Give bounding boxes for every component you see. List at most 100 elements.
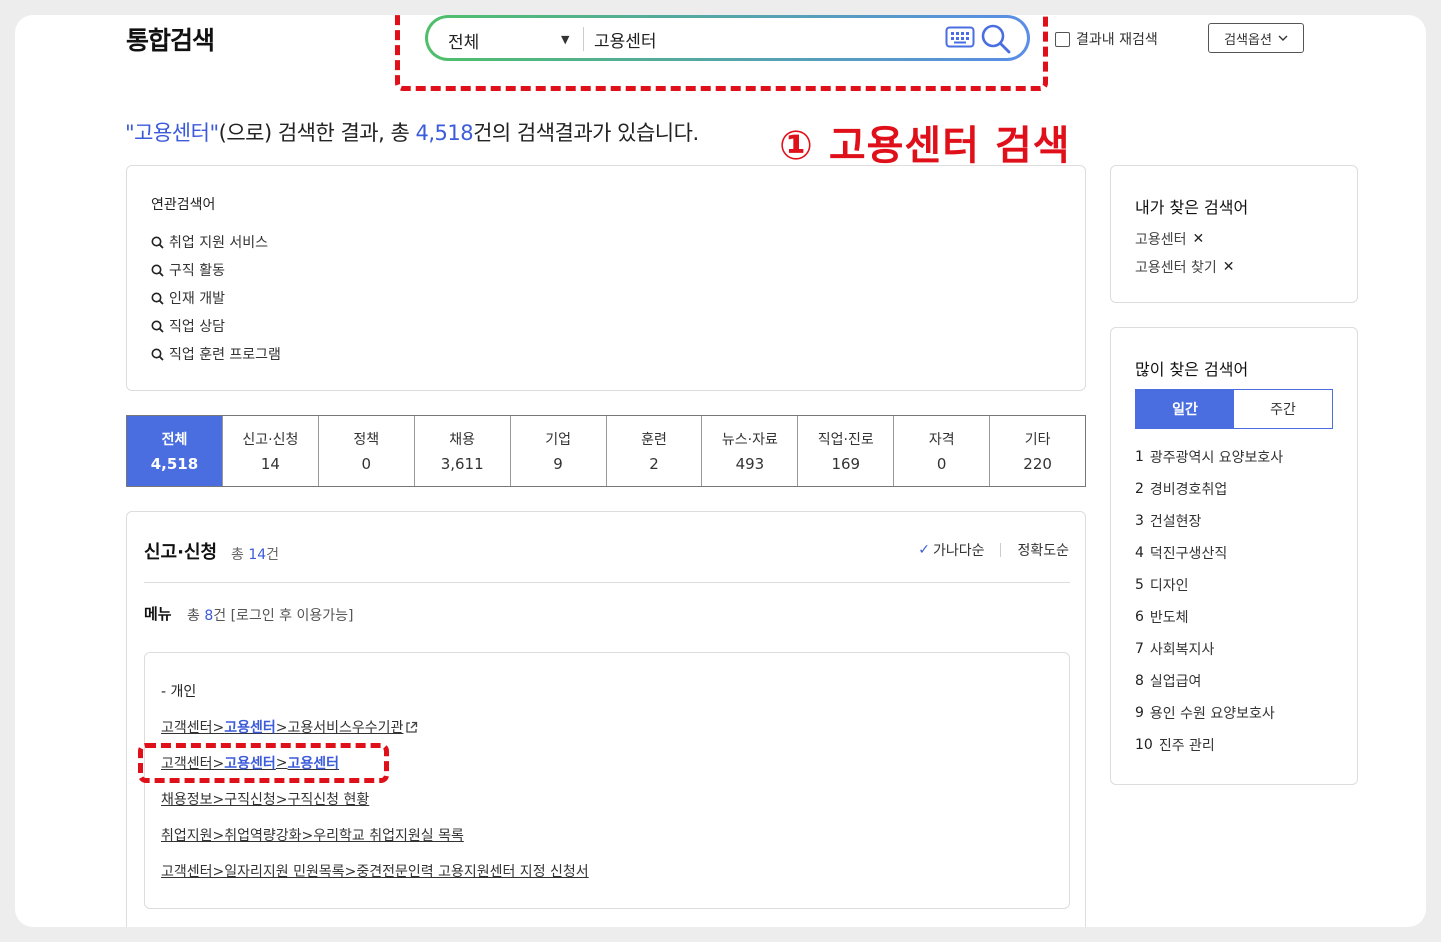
tab-license[interactable]: 자격 0: [894, 416, 991, 486]
tab-label: 뉴스·자료: [721, 432, 778, 448]
related-keywords-panel: 연관검색어 취업 지원 서비스 구직 활동 인재 개발 직업 상담 직업 훈련 …: [126, 165, 1086, 391]
tab-label: 자격: [928, 432, 955, 448]
popular-keywords-title: 많이 찾은 검색어: [1135, 360, 1249, 379]
tab-training[interactable]: 훈련 2: [607, 416, 703, 486]
research-checkbox[interactable]: [1055, 31, 1070, 47]
keyword-text: 덕진구생산직: [1149, 546, 1228, 562]
popular-keyword-item[interactable]: 1 광주광역시 요양보호사: [1135, 441, 1283, 473]
related-keyword-text: 직업 훈련 프로그램: [169, 347, 281, 363]
external-link-icon: [406, 721, 418, 733]
annotation-step-label: ① 고용센터 검색: [779, 113, 1071, 171]
result-link[interactable]: 채용정보>구직신청>구직신청 현황: [161, 781, 589, 817]
tab-news[interactable]: 뉴스·자료 493: [702, 416, 799, 486]
keyword-rank: 8: [1135, 673, 1144, 689]
search-icon: [151, 236, 164, 249]
related-keyword-text: 취업 지원 서비스: [169, 235, 269, 251]
popular-keyword-item[interactable]: 5 디자인: [1135, 569, 1283, 601]
tab-label: 전체: [161, 432, 188, 448]
keyword-text: 건설현장: [1149, 514, 1202, 530]
toggle-weekly[interactable]: 주간: [1234, 390, 1332, 428]
section-count-prefix: 총: [231, 547, 249, 563]
menu-count: 총 8건 [로그인 후 이용가능]: [187, 605, 353, 625]
popular-keyword-item[interactable]: 2 경비경호취업: [1135, 473, 1283, 505]
tab-policy[interactable]: 정책 0: [319, 416, 415, 486]
close-icon[interactable]: ✕: [1193, 231, 1205, 247]
popular-keywords-panel: 많이 찾은 검색어 일간 주간 1 광주광역시 요양보호사 2 경비경호취업 3 건설…: [1110, 327, 1358, 785]
page-container: 통합검색 전체 ▼ 결과내 재검색 검색옵션 "고용센터"(으로) 검색한 결과…: [15, 15, 1426, 927]
link-part: 고객센터>: [161, 720, 225, 736]
check-icon: ✓: [918, 542, 930, 558]
close-icon[interactable]: ✕: [1223, 259, 1235, 275]
sort-options: ✓ 가나다순 정확도순: [918, 540, 1069, 560]
related-keyword-item[interactable]: 취업 지원 서비스: [151, 228, 281, 256]
toggle-daily[interactable]: 일간: [1136, 390, 1234, 428]
tab-all[interactable]: 전체 4,518: [127, 416, 223, 486]
search-icon: [151, 292, 164, 305]
keyword-text: 반도체: [1149, 610, 1189, 626]
related-keyword-item[interactable]: 인재 개발: [151, 284, 281, 312]
summary-text-2: 건의 검색결과가 있습니다.: [473, 121, 699, 145]
keyword-rank: 2: [1135, 481, 1144, 497]
popular-keyword-item[interactable]: 7 사회복지사: [1135, 633, 1283, 665]
result-link[interactable]: 고객센터> 고용센터 >고용서비스우수기관: [161, 709, 589, 745]
tab-etc[interactable]: 기타 220: [990, 416, 1085, 486]
tab-company[interactable]: 기업 9: [511, 416, 607, 486]
keyword-rank: 4: [1135, 545, 1144, 561]
popular-keyword-item[interactable]: 6 반도체: [1135, 601, 1283, 633]
related-keyword-item[interactable]: 직업 상담: [151, 312, 281, 340]
my-keyword-text: 고용센터 찾기: [1135, 260, 1217, 276]
tab-label: 기타: [1024, 432, 1051, 448]
menu-title: 메뉴: [144, 605, 172, 623]
my-keyword-item[interactable]: 고용센터 찾기 ✕: [1135, 257, 1234, 277]
research-within-results[interactable]: 결과내 재검색: [1055, 29, 1158, 49]
related-keyword-item[interactable]: 구직 활동: [151, 256, 281, 284]
annotation-highlight-link: [138, 743, 389, 783]
popular-keyword-item[interactable]: 4 덕진구생산직: [1135, 537, 1283, 569]
my-keyword-item[interactable]: 고용센터 ✕: [1135, 229, 1204, 249]
tab-count: 220: [1023, 455, 1052, 473]
my-keyword-text: 고용센터: [1135, 232, 1187, 248]
tab-count: 169: [831, 455, 861, 473]
tab-recruit[interactable]: 채용 3,611: [415, 416, 511, 486]
site-title[interactable]: 통합검색: [126, 21, 215, 57]
search-icon: [151, 348, 164, 361]
tab-count: 0: [936, 455, 947, 473]
summary-keyword: 고용센터: [134, 121, 210, 145]
tab-report-apply[interactable]: 신고·신청 14: [223, 416, 319, 486]
tab-count: 0: [361, 455, 372, 473]
chevron-down-icon: [1278, 35, 1288, 41]
result-link[interactable]: 고객센터>일자리지원 민원목록>중견전문인력 고용지원센터 지정 신청서: [161, 853, 589, 889]
category-tabs: 전체 4,518 신고·신청 14 정책 0 채용 3,611 기업 9 훈련 2 뉴스·자…: [126, 415, 1086, 487]
menu-count-prefix: 총: [187, 608, 205, 624]
section-count-number: 14: [248, 547, 267, 563]
popular-keyword-item[interactable]: 9 용인 수원 요양보호사: [1135, 697, 1283, 729]
tab-label: 정책: [353, 432, 380, 448]
tab-count: 4,518: [150, 455, 199, 473]
keyword-text: 사회복지사: [1149, 642, 1215, 658]
related-keyword-item[interactable]: 직업 훈련 프로그램: [151, 340, 281, 368]
search-options-button[interactable]: 검색옵션: [1208, 23, 1304, 53]
related-keywords-title: 연관검색어: [151, 197, 216, 213]
keyword-rank: 5: [1135, 577, 1144, 593]
tab-career[interactable]: 직업·진로 169: [798, 416, 895, 486]
group-label: - 개인: [161, 684, 197, 700]
popular-keyword-item[interactable]: 8 실업급여: [1135, 665, 1283, 697]
summary-text-1: (으로) 검색한 결과, 총: [218, 121, 416, 145]
section-title: 신고·신청: [144, 542, 218, 563]
summary-quote-close: ": [209, 121, 219, 145]
related-keyword-text: 인재 개발: [169, 291, 225, 307]
search-icon: [151, 264, 164, 277]
sort-accuracy[interactable]: 정확도순: [1017, 540, 1069, 560]
my-keywords-panel: 내가 찾은 검색어 고용센터 ✕ 고용센터 찾기 ✕: [1110, 165, 1358, 303]
result-link[interactable]: 취업지원>취업역량강화>우리학교 취업지원실 목록: [161, 817, 589, 853]
popular-keyword-item[interactable]: 3 건설현장: [1135, 505, 1283, 537]
sort-alphabetical[interactable]: 가나다순: [933, 540, 985, 560]
annotation-step-number: ①: [779, 123, 814, 169]
summary-quote-open: ": [125, 121, 135, 145]
result-links: 고객센터> 고용센터 >고용서비스우수기관 고객센터> 고용센터 > 고용센터 채용정보>…: [161, 709, 589, 889]
period-toggle: 일간 주간: [1135, 389, 1333, 429]
tab-label: 훈련: [641, 432, 667, 448]
popular-keyword-item[interactable]: 10 진주 관리: [1135, 729, 1283, 761]
link-part: >고용서비스우수기관: [275, 720, 404, 736]
my-keywords-title: 내가 찾은 검색어: [1135, 198, 1249, 217]
